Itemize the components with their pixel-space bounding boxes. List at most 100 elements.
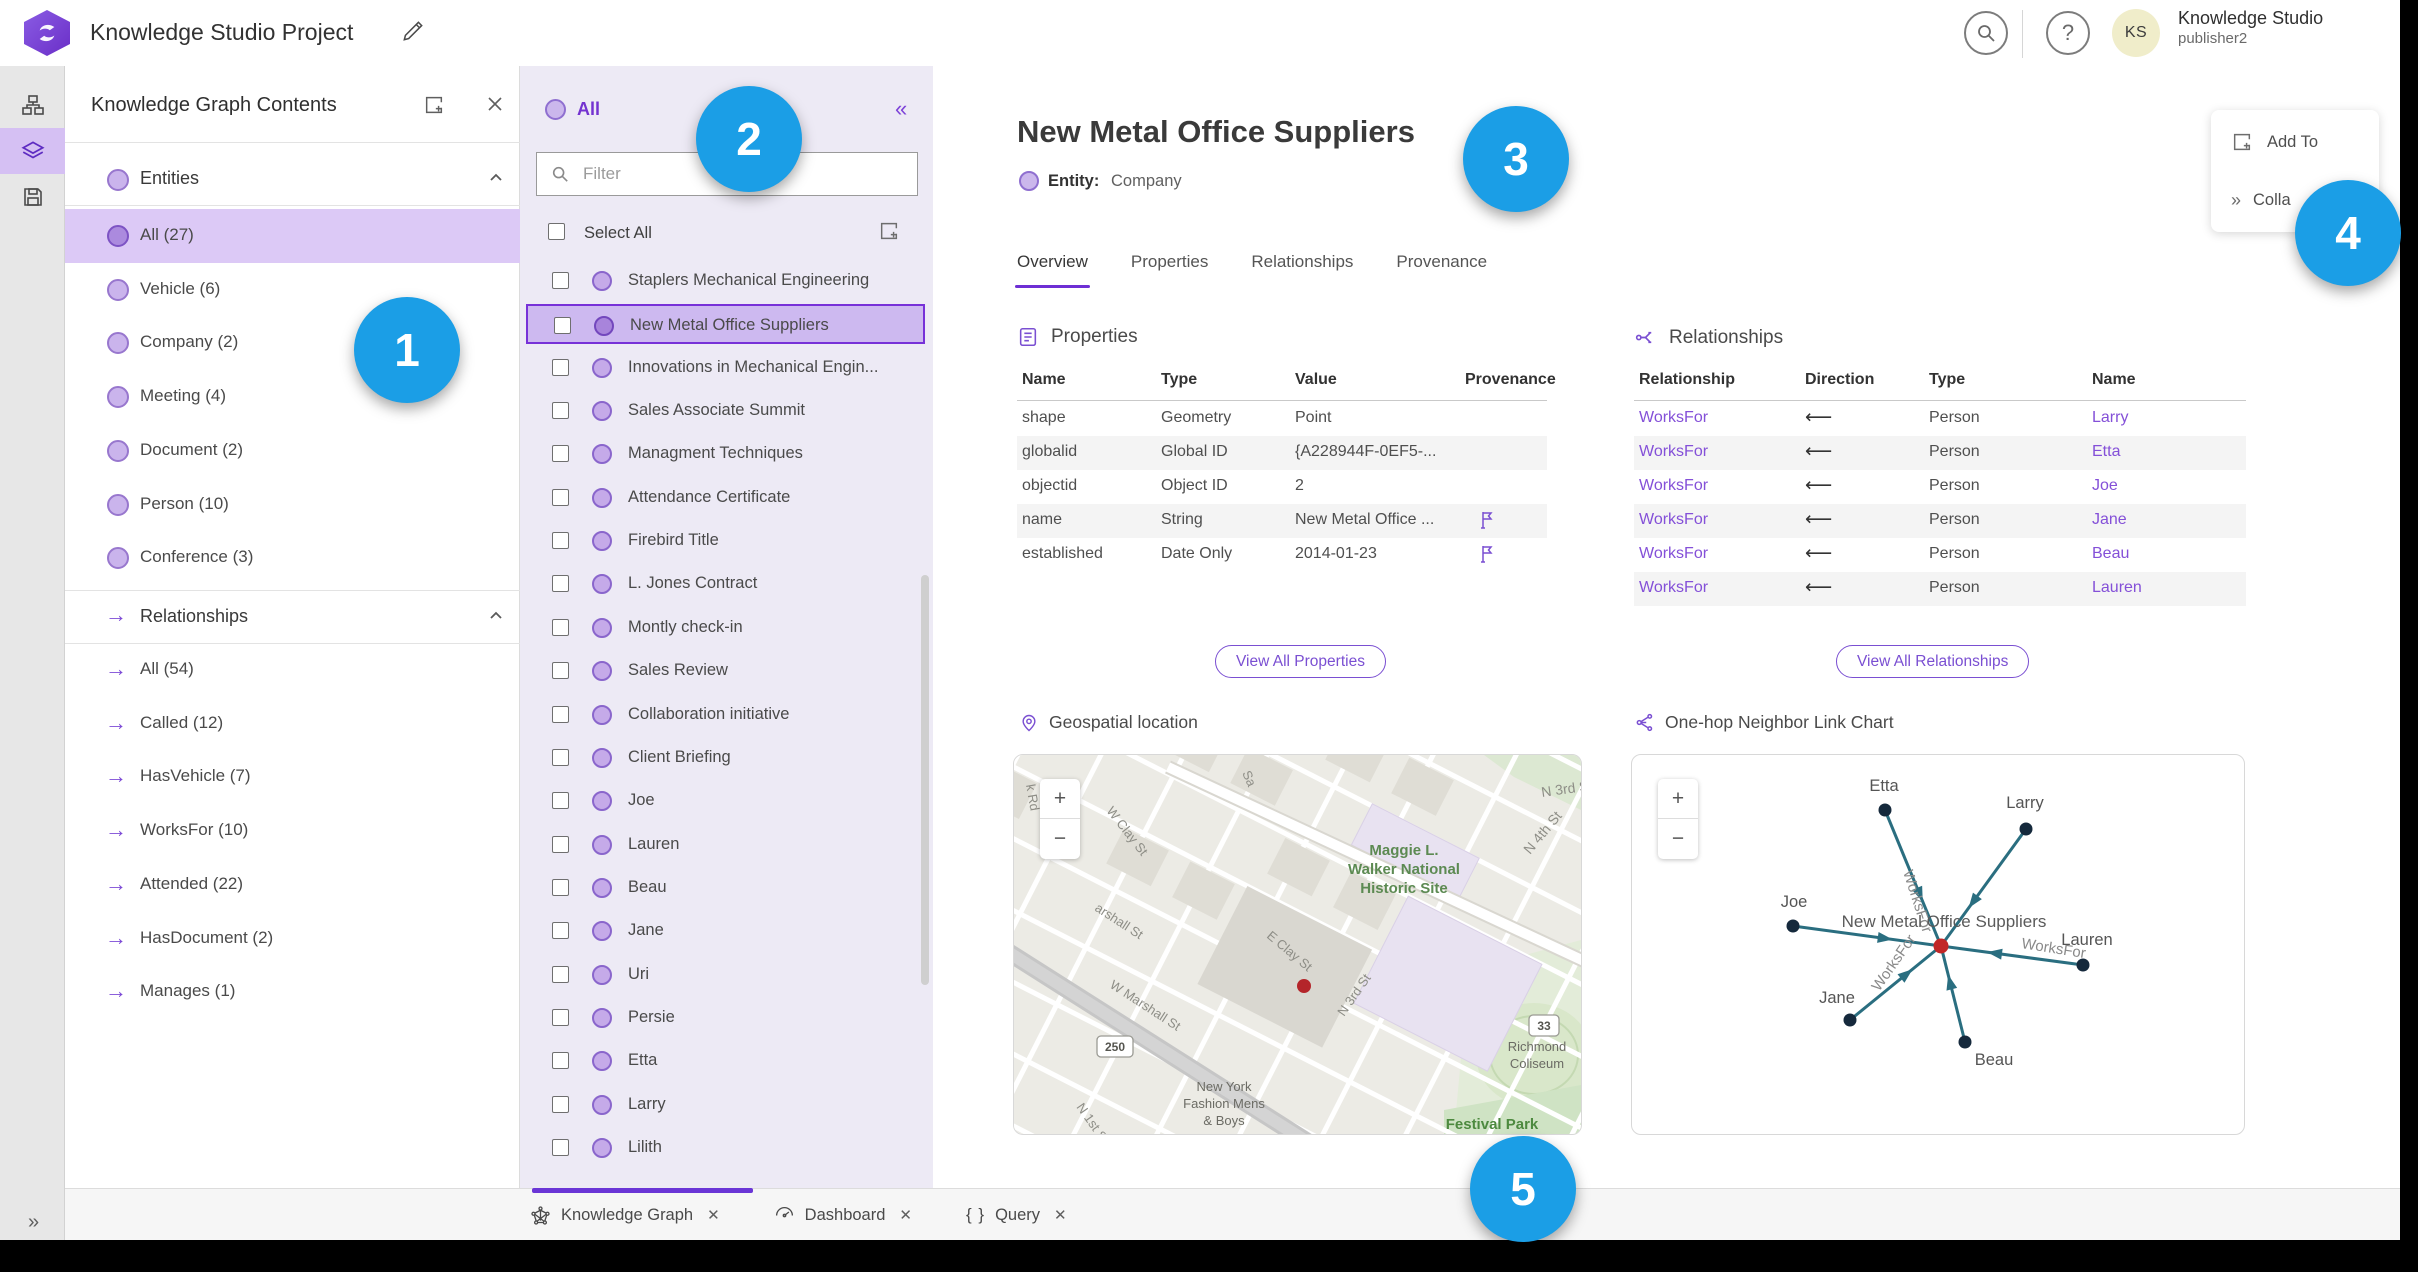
view-all-properties-button[interactable]: View All Properties <box>1215 645 1386 678</box>
item-checkbox[interactable] <box>552 575 569 593</box>
tab-overview[interactable]: Overview <box>1015 252 1090 288</box>
list-item[interactable]: Etta <box>526 1041 925 1081</box>
graph-node[interactable] <box>2019 822 2033 836</box>
list-item[interactable]: Lilith <box>526 1128 925 1168</box>
view-all-relationships-button[interactable]: View All Relationships <box>1836 645 2030 678</box>
relationship-type-row[interactable]: → HasVehicle (7) <box>65 750 520 804</box>
center-node[interactable] <box>1933 938 1949 954</box>
item-checkbox[interactable] <box>554 317 571 335</box>
graph-node[interactable] <box>1958 1035 1972 1049</box>
list-item[interactable]: Lauren <box>526 825 925 865</box>
list-item[interactable]: Staplers Mechanical Engineering <box>526 261 925 301</box>
relationship-type-row[interactable]: → WorksFor (10) <box>65 804 520 858</box>
item-checkbox[interactable] <box>552 272 569 289</box>
graph-node[interactable] <box>1878 803 1892 817</box>
item-checkbox[interactable] <box>552 532 569 550</box>
item-checkbox[interactable] <box>552 792 569 810</box>
entity-type-row[interactable]: Person (10) <box>65 478 520 532</box>
list-item[interactable]: Larry <box>526 1085 925 1125</box>
item-checkbox[interactable] <box>552 835 569 853</box>
item-checkbox[interactable] <box>552 662 569 680</box>
add-to-map-icon[interactable] <box>878 220 900 242</box>
relationship-type-row[interactable]: → All (54) <box>65 643 520 697</box>
list-item[interactable]: Sales Associate Summit <box>526 391 925 431</box>
entity-type-row[interactable]: Document (2) <box>65 424 520 478</box>
link-chart[interactable]: + − WorksFor WorksFor WorksFor New Metal Of… <box>1631 754 2245 1135</box>
map-zoom-out-button[interactable]: − <box>1040 819 1080 859</box>
rail-expand-button[interactable]: » <box>0 1204 65 1240</box>
item-checkbox[interactable] <box>552 618 569 636</box>
knowledge-studio-logo-icon[interactable] <box>24 10 70 56</box>
item-checkbox[interactable] <box>552 1095 569 1113</box>
list-item[interactable]: Collaboration initiative <box>526 695 925 735</box>
user-avatar[interactable]: KS <box>2112 9 2160 57</box>
list-item[interactable]: Uri <box>526 955 925 995</box>
list-item[interactable]: Client Briefing <box>526 738 925 778</box>
tab-dashboard[interactable]: Dashboard ✕ <box>774 1205 912 1226</box>
entity-type-row[interactable]: All (27) <box>65 209 520 263</box>
item-checkbox[interactable] <box>552 1052 569 1070</box>
item-checkbox[interactable] <box>552 965 569 983</box>
list-item[interactable]: Joe <box>526 781 925 821</box>
item-checkbox[interactable] <box>552 358 569 376</box>
item-checkbox[interactable] <box>552 878 569 896</box>
item-checkbox[interactable] <box>552 488 569 506</box>
list-item[interactable]: Attendance Certificate <box>526 478 925 518</box>
relationship-link[interactable]: WorksFor <box>1639 511 1708 529</box>
add-to-menu-item[interactable]: Add To <box>2211 120 2379 164</box>
list-item[interactable]: Jane <box>526 911 925 951</box>
geospatial-map[interactable]: + − k Rd W Clay St Sa N 3rd St Maggie L. Walk… <box>1013 754 1582 1135</box>
relationship-type-row[interactable]: → Manages (1) <box>65 965 520 1019</box>
entity-type-row[interactable]: Vehicle (6) <box>65 263 520 317</box>
related-name-link[interactable]: Lauren <box>2092 579 2142 597</box>
tab-relationships[interactable]: Relationships <box>1251 252 1353 288</box>
relationships-section-header[interactable]: → Relationships <box>65 591 520 643</box>
chart-zoom-out-button[interactable]: − <box>1658 819 1698 859</box>
relationship-link[interactable]: WorksFor <box>1639 545 1708 563</box>
list-item[interactable]: Managment Techniques <box>526 434 925 474</box>
list-item[interactable]: Beau <box>526 868 925 908</box>
help-button[interactable]: ? <box>2046 11 2090 55</box>
item-checkbox[interactable] <box>552 402 569 420</box>
item-checkbox[interactable] <box>552 1139 569 1156</box>
entities-section-header[interactable]: Entities <box>65 153 520 205</box>
list-item[interactable]: Firebird Title <box>526 521 925 561</box>
graph-node[interactable] <box>1786 919 1800 933</box>
list-item[interactable]: L. Jones Contract <box>526 564 925 604</box>
item-checkbox[interactable] <box>552 748 569 766</box>
close-panel-icon[interactable] <box>485 94 509 118</box>
provenance-flag-icon[interactable] <box>1478 510 1496 530</box>
related-name-link[interactable]: Larry <box>2092 409 2128 427</box>
related-name-link[interactable]: Etta <box>2092 443 2120 461</box>
entity-type-row[interactable]: Conference (3) <box>65 531 520 585</box>
rail-save-button[interactable] <box>0 174 65 220</box>
list-item[interactable]: Innovations in Mechanical Engin... <box>526 348 925 388</box>
chart-zoom-in-button[interactable]: + <box>1658 779 1698 819</box>
select-all-checkbox[interactable] <box>548 223 565 240</box>
edit-title-icon[interactable] <box>400 18 428 46</box>
graph-node[interactable] <box>1843 1013 1857 1027</box>
graph-node[interactable] <box>2076 958 2090 972</box>
relationship-type-row[interactable]: → Attended (22) <box>65 858 520 912</box>
relationship-link[interactable]: WorksFor <box>1639 477 1708 495</box>
relationship-type-row[interactable]: → Called (12) <box>65 697 520 751</box>
item-checkbox[interactable] <box>552 1008 569 1026</box>
list-item[interactable]: New Metal Office Suppliers <box>526 304 925 345</box>
close-tab-icon[interactable]: ✕ <box>1054 1206 1067 1224</box>
related-name-link[interactable]: Jane <box>2092 511 2127 529</box>
tab-knowledge-graph[interactable]: Knowledge Graph ✕ <box>530 1205 720 1226</box>
relationship-link[interactable]: WorksFor <box>1639 443 1708 461</box>
provenance-flag-icon[interactable] <box>1478 544 1496 564</box>
related-name-link[interactable]: Joe <box>2092 477 2118 495</box>
map-zoom-in-button[interactable]: + <box>1040 779 1080 819</box>
rail-layers-button[interactable] <box>0 128 65 174</box>
list-item[interactable]: Montly check-in <box>526 608 925 648</box>
list-item[interactable]: Sales Review <box>526 651 925 691</box>
add-to-map-icon[interactable] <box>423 94 447 118</box>
tab-properties[interactable]: Properties <box>1131 252 1208 288</box>
relationship-link[interactable]: WorksFor <box>1639 409 1708 427</box>
item-checkbox[interactable] <box>552 445 569 463</box>
close-tab-icon[interactable]: ✕ <box>707 1206 720 1224</box>
item-checkbox[interactable] <box>552 705 569 723</box>
related-name-link[interactable]: Beau <box>2092 545 2129 563</box>
